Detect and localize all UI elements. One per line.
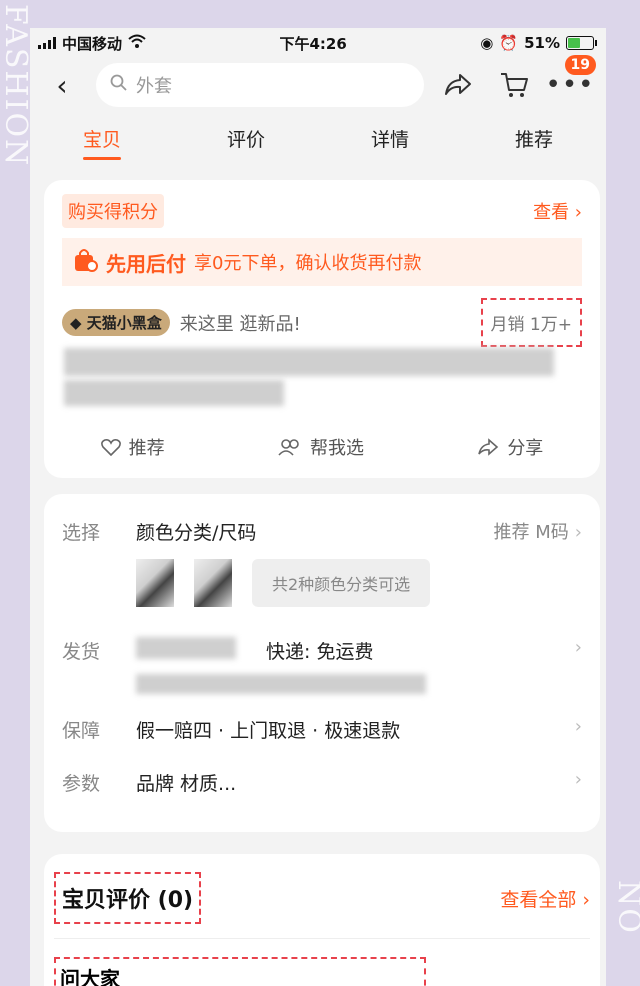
tmall-box-label: 天猫小黑盒 bbox=[86, 314, 162, 332]
select-row[interactable]: 选择 颜色分类/尺码 推荐 M码 › bbox=[62, 518, 582, 545]
pay-later-banner[interactable]: 先用后付 享0元下单，确认收货再付款 bbox=[62, 238, 582, 286]
box-icon: ◆ bbox=[70, 314, 82, 332]
pay-later-title: 先用后付 bbox=[106, 251, 186, 276]
top-bar: ‹ 外套 ••• 19 bbox=[30, 55, 606, 112]
status-time: 下午4:26 bbox=[279, 34, 347, 53]
wifi-icon bbox=[128, 34, 146, 52]
chevron-right-icon: › bbox=[574, 522, 582, 543]
guarantee-label: 保障 bbox=[62, 720, 101, 742]
view-points-link[interactable]: 查看 › bbox=[533, 198, 582, 224]
heart-icon bbox=[100, 438, 121, 456]
action-row: 推荐 帮我选 分享 bbox=[44, 434, 600, 460]
monthly-sales: 月销 1万+ bbox=[480, 298, 582, 347]
variant-thumbnail[interactable] bbox=[136, 559, 174, 607]
divider bbox=[54, 938, 590, 939]
more-button[interactable]: ••• 19 bbox=[546, 55, 596, 107]
pay-later-text: 享0元下单，确认收货再付款 bbox=[194, 253, 422, 274]
alarm-icon: ⏰ bbox=[499, 34, 519, 52]
blurred-product-subtitle bbox=[64, 380, 284, 406]
tab-item[interactable]: 宝贝 bbox=[82, 125, 122, 160]
size-hint-text: 推荐 M码 bbox=[493, 522, 569, 543]
variant-thumbnail[interactable] bbox=[194, 559, 232, 607]
share-label: 分享 bbox=[507, 438, 544, 459]
parameters-row[interactable]: 参数 品牌 材质... › bbox=[62, 769, 582, 796]
points-tag: 购买得积分 bbox=[62, 194, 164, 228]
size-recommendation: 推荐 M码 › bbox=[494, 518, 582, 544]
recommend-label: 推荐 bbox=[128, 438, 165, 459]
phone-screen: 中国移动 下午4:26 ◉ ⏰ 51% ‹ 外套 ••• 19 宝贝 评价 详情… bbox=[30, 28, 606, 986]
reviews-title: 宝贝评价 (0) bbox=[54, 872, 202, 924]
specs-card: 选择 颜色分类/尺码 推荐 M码 › 共2种颜色分类可选 发货 快递: 免运费 ›… bbox=[44, 494, 600, 832]
message-badge: 19 bbox=[564, 55, 596, 75]
side-decoration-left: FASHION bbox=[0, 4, 33, 168]
view-all-reviews-link[interactable]: 查看全部 › bbox=[500, 885, 590, 912]
share-small-icon bbox=[477, 438, 499, 456]
select-value: 颜色分类/尺码 bbox=[136, 522, 257, 544]
chevron-right-icon: › bbox=[574, 769, 582, 790]
shipping-label: 发货 bbox=[62, 641, 101, 663]
people-icon bbox=[278, 438, 302, 456]
carrier-name: 中国移动 bbox=[62, 34, 123, 53]
shipping-value: 快递: 免运费 bbox=[266, 641, 374, 663]
tab-details[interactable]: 详情 bbox=[371, 125, 409, 160]
chevron-right-icon: › bbox=[574, 716, 582, 737]
blurred-origin bbox=[136, 637, 236, 659]
qa-title: 问大家 bbox=[54, 957, 426, 986]
recommend-button[interactable]: 推荐 bbox=[100, 434, 165, 460]
tmall-box-tag[interactable]: ◆ 天猫小黑盒 bbox=[62, 309, 170, 336]
guarantee-value: 假一赔四 · 上门取退 · 极速退款 bbox=[136, 720, 401, 742]
signal-icon bbox=[38, 37, 56, 49]
shipping-row[interactable]: 发货 快递: 免运费 › bbox=[62, 637, 582, 664]
select-label: 选择 bbox=[62, 522, 101, 544]
reviews-card: 宝贝评价 (0) 查看全部 › 问大家 bbox=[44, 854, 600, 986]
side-decoration-right: NO bbox=[611, 880, 640, 935]
search-placeholder: 外套 bbox=[136, 76, 172, 97]
search-input[interactable]: 外套 bbox=[96, 63, 424, 107]
tab-bar: 宝贝 评价 详情 推荐 bbox=[30, 112, 606, 172]
tmall-promo-text: 来这里 逛新品! bbox=[179, 313, 301, 335]
blurred-delivery-address bbox=[136, 674, 426, 694]
share-button[interactable]: 分享 bbox=[477, 434, 543, 460]
tab-recommend[interactable]: 推荐 bbox=[515, 125, 553, 160]
back-button[interactable]: ‹ bbox=[40, 69, 84, 102]
share-icon[interactable] bbox=[436, 63, 480, 107]
help-choose-button[interactable]: 帮我选 bbox=[278, 434, 364, 460]
battery-percent: 51% bbox=[524, 34, 560, 52]
help-choose-label: 帮我选 bbox=[309, 438, 364, 459]
variant-count-pill[interactable]: 共2种颜色分类可选 bbox=[252, 559, 431, 607]
search-icon bbox=[110, 74, 128, 97]
chevron-right-icon: › bbox=[574, 637, 582, 658]
cart-icon[interactable] bbox=[492, 63, 536, 107]
shopping-bag-icon bbox=[72, 247, 98, 278]
rotation-lock-icon: ◉ bbox=[480, 34, 494, 52]
variant-thumbnails: 共2种颜色分类可选 bbox=[136, 559, 582, 607]
parameters-value: 品牌 材质... bbox=[136, 773, 237, 795]
parameters-label: 参数 bbox=[62, 773, 101, 795]
blurred-product-title bbox=[64, 348, 554, 376]
tab-reviews[interactable]: 评价 bbox=[227, 125, 265, 160]
status-bar: 中国移动 下午4:26 ◉ ⏰ 51% bbox=[30, 28, 606, 58]
product-info-card: 购买得积分 查看 › 先用后付 享0元下单，确认收货再付款 ◆ 天猫小黑盒 来这… bbox=[44, 180, 600, 478]
guarantee-row[interactable]: 保障 假一赔四 · 上门取退 · 极速退款 › bbox=[62, 716, 582, 743]
battery-icon bbox=[565, 36, 597, 50]
